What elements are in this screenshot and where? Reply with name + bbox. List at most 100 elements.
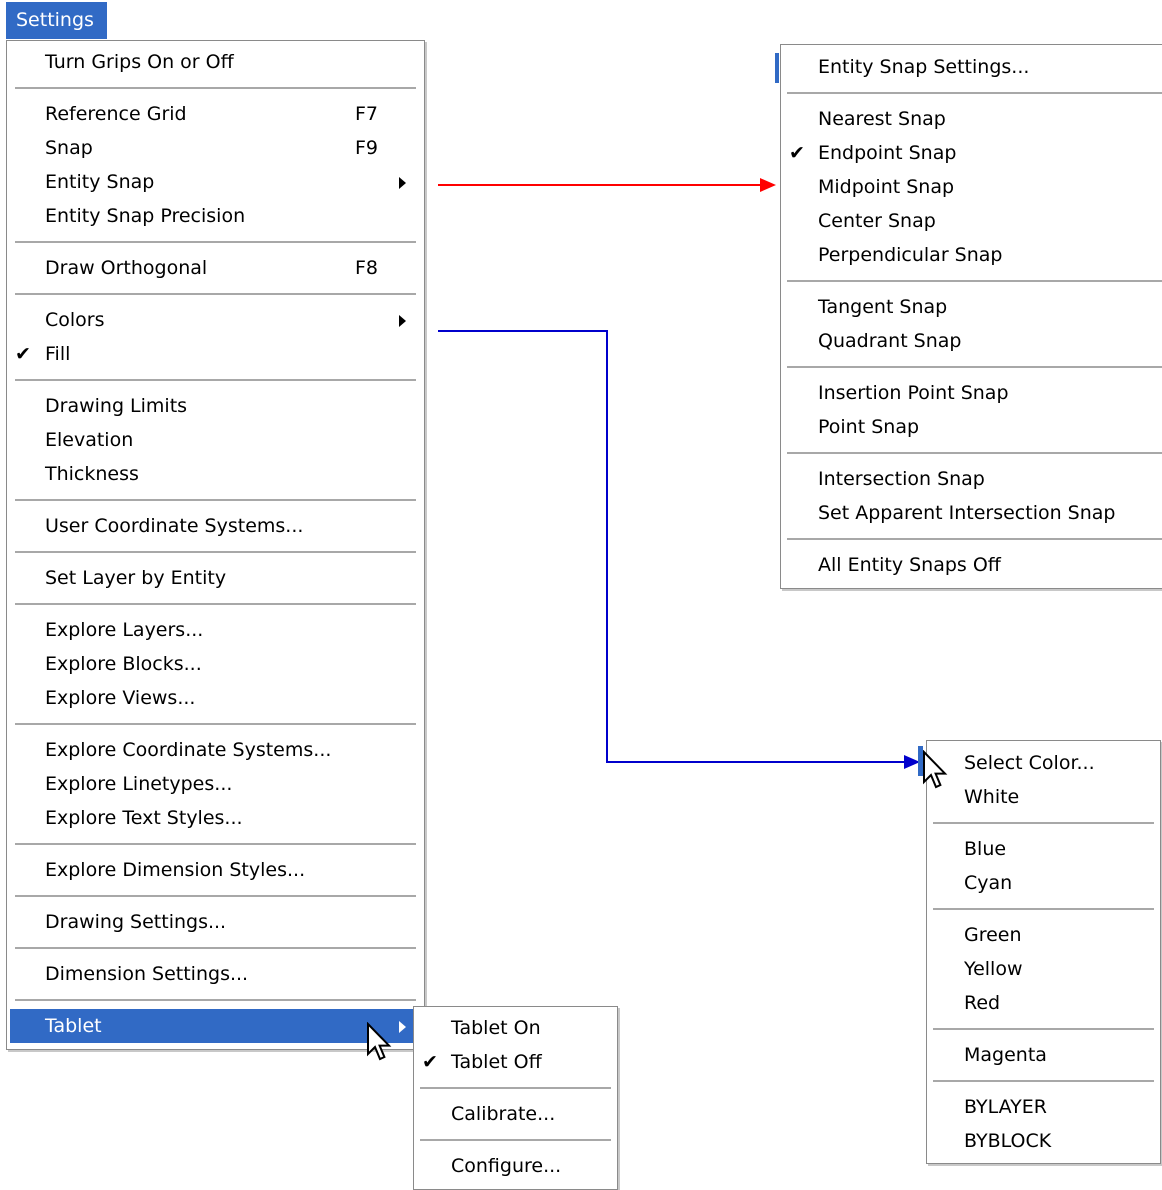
menu-item-magenta[interactable]: Magenta — [927, 1038, 1160, 1072]
menu-item-label: Drawing Settings... — [45, 911, 227, 933]
menu-item-set-apparent-intersection-snap[interactable]: Set Apparent Intersection Snap — [781, 496, 1162, 530]
menu-item-reference-grid[interactable]: Reference Grid F7 — [7, 97, 424, 131]
menu-item-label: Nearest Snap — [818, 108, 946, 130]
menu-item-label: Fill — [45, 343, 71, 365]
menu-settings[interactable]: Settings — [6, 2, 107, 39]
menu-item-tablet-on[interactable]: Tablet On — [414, 1011, 617, 1045]
menu-separator — [15, 87, 416, 89]
menu-separator — [933, 1028, 1154, 1030]
mouse-pointer-icon — [367, 1022, 392, 1061]
menu-item-label: Green — [964, 924, 1022, 946]
submenu-arrow-icon — [399, 315, 406, 327]
menu-item-bylayer[interactable]: BYLAYER — [927, 1090, 1160, 1124]
menu-item-cyan[interactable]: Cyan — [927, 866, 1160, 900]
menu-item-select-color[interactable]: Select Color... — [927, 746, 1160, 780]
menu-item-explore-views[interactable]: Explore Views... — [7, 681, 424, 715]
menu-item-white[interactable]: White — [927, 780, 1160, 814]
menu-separator — [787, 452, 1162, 454]
menu-item-nearest-snap[interactable]: Nearest Snap — [781, 102, 1162, 136]
entity-snap-submenu: Entity Snap Settings... Nearest Snap ✔ E… — [775, 44, 1162, 589]
menu-item-label: Tablet On — [451, 1017, 541, 1039]
menu-item-intersection-snap[interactable]: Intersection Snap — [781, 462, 1162, 496]
menu-item-all-entity-snaps-off[interactable]: All Entity Snaps Off — [781, 548, 1162, 582]
menu-item-colors[interactable]: Colors — [7, 303, 424, 337]
menu-item-label: Red — [964, 992, 1001, 1014]
menu-item-label: Explore Linetypes... — [45, 773, 233, 795]
menu-item-user-coordinate-systems[interactable]: User Coordinate Systems... — [7, 509, 424, 543]
menu-item-entity-snap-settings[interactable]: Entity Snap Settings... — [781, 50, 1162, 84]
menu-item-label: Set Layer by Entity — [45, 567, 227, 589]
menu-item-red[interactable]: Red — [927, 986, 1160, 1020]
menu-separator — [787, 92, 1162, 94]
menu-item-label: Draw Orthogonal — [45, 257, 208, 279]
menu-item-label: Entity Snap — [45, 171, 155, 193]
menu-item-label: Explore Coordinate Systems... — [45, 739, 332, 761]
menu-item-configure[interactable]: Configure... — [414, 1149, 617, 1183]
menu-item-explore-dimension-styles[interactable]: Explore Dimension Styles... — [7, 853, 424, 887]
menu-item-elevation[interactable]: Elevation — [7, 423, 424, 457]
menu-item-label: Tangent Snap — [818, 296, 948, 318]
menu-item-label: Colors — [45, 309, 105, 331]
menu-item-byblock[interactable]: BYBLOCK — [927, 1124, 1160, 1158]
menu-item-label: Calibrate... — [451, 1103, 556, 1125]
menu-item-calibrate[interactable]: Calibrate... — [414, 1097, 617, 1131]
menu-item-quadrant-snap[interactable]: Quadrant Snap — [781, 324, 1162, 358]
menu-item-tablet[interactable]: Tablet — [10, 1009, 421, 1043]
menu-item-explore-layers[interactable]: Explore Layers... — [7, 613, 424, 647]
menu-item-midpoint-snap[interactable]: Midpoint Snap — [781, 170, 1162, 204]
menu-item-label: BYBLOCK — [964, 1130, 1052, 1152]
menu-item-draw-orthogonal[interactable]: Draw Orthogonal F8 — [7, 251, 424, 285]
menu-item-blue[interactable]: Blue — [927, 832, 1160, 866]
menu-separator — [15, 551, 416, 553]
menu-item-tangent-snap[interactable]: Tangent Snap — [781, 290, 1162, 324]
menu-item-label: BYLAYER — [964, 1096, 1047, 1118]
menu-item-snap[interactable]: Snap F9 — [7, 131, 424, 165]
menu-item-endpoint-snap[interactable]: ✔ Endpoint Snap — [781, 136, 1162, 170]
menu-item-label: Reference Grid — [45, 103, 187, 125]
menu-item-explore-coordinate-systems[interactable]: Explore Coordinate Systems... — [7, 733, 424, 767]
menu-item-label: Center Snap — [818, 210, 936, 232]
menu-item-explore-linetypes[interactable]: Explore Linetypes... — [7, 767, 424, 801]
menu-item-insertion-point-snap[interactable]: Insertion Point Snap — [781, 376, 1162, 410]
menu-item-label: Elevation — [45, 429, 134, 451]
menu-item-label: Cyan — [964, 872, 1013, 894]
menu-item-explore-blocks[interactable]: Explore Blocks... — [7, 647, 424, 681]
menu-item-label: White — [964, 786, 1020, 808]
checkmark-icon: ✔ — [422, 1051, 438, 1073]
menu-item-yellow[interactable]: Yellow — [927, 952, 1160, 986]
submenu-arrow-icon — [399, 177, 406, 189]
menu-edge-marker — [775, 53, 779, 83]
menu-item-perpendicular-snap[interactable]: Perpendicular Snap — [781, 238, 1162, 272]
menu-separator — [15, 947, 416, 949]
submenu-arrow-icon — [399, 1021, 406, 1033]
checkmark-icon: ✔ — [789, 142, 805, 164]
menu-item-label: Insertion Point Snap — [818, 382, 1009, 404]
menu-item-label: Tablet — [45, 1015, 102, 1037]
menu-item-label: Drawing Limits — [45, 395, 188, 417]
menu-item-green[interactable]: Green — [927, 918, 1160, 952]
menu-item-label: Snap — [45, 137, 93, 159]
menu-item-drawing-settings[interactable]: Drawing Settings... — [7, 905, 424, 939]
menu-item-point-snap[interactable]: Point Snap — [781, 410, 1162, 444]
menu-item-entity-snap[interactable]: Entity Snap — [7, 165, 424, 199]
menu-separator — [933, 822, 1154, 824]
menu-item-tablet-off[interactable]: ✔ Tablet Off — [414, 1045, 617, 1079]
menu-item-center-snap[interactable]: Center Snap — [781, 204, 1162, 238]
menu-item-fill[interactable]: ✔ Fill — [7, 337, 424, 371]
menu-separator — [15, 379, 416, 381]
menu-item-label: Entity Snap Precision — [45, 205, 246, 227]
menu-item-drawing-limits[interactable]: Drawing Limits — [7, 389, 424, 423]
menu-item-explore-text-styles[interactable]: Explore Text Styles... — [7, 801, 424, 835]
menu-item-label: Explore Blocks... — [45, 653, 202, 675]
menu-separator — [15, 241, 416, 243]
menu-item-set-layer-by-entity[interactable]: Set Layer by Entity — [7, 561, 424, 595]
menu-item-label: Tablet Off — [451, 1051, 542, 1073]
menu-item-dimension-settings[interactable]: Dimension Settings... — [7, 957, 424, 991]
menu-item-turn-grips[interactable]: Turn Grips On or Off — [7, 45, 424, 79]
menu-item-entity-snap-precision[interactable]: Entity Snap Precision — [7, 199, 424, 233]
menu-item-thickness[interactable]: Thickness — [7, 457, 424, 491]
menu-separator — [787, 366, 1162, 368]
menu-item-label: Magenta — [964, 1044, 1047, 1066]
shortcut-label: F9 — [355, 137, 379, 159]
menu-separator — [15, 293, 416, 295]
